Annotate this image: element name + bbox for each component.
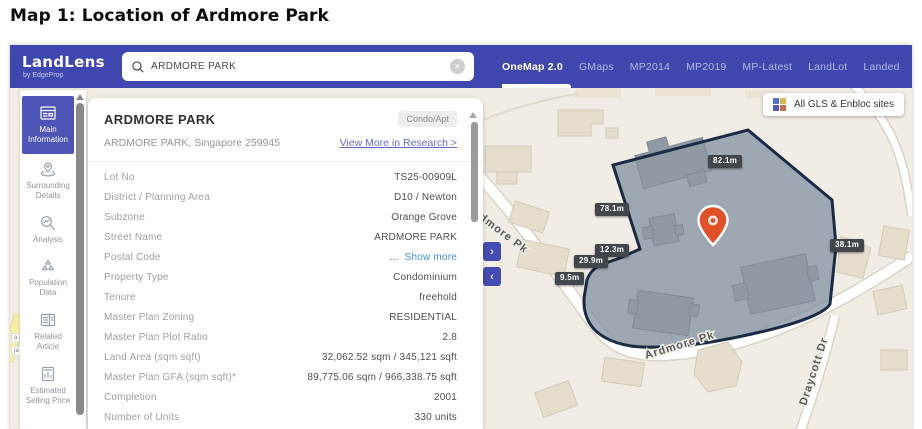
landlens-logo[interactable]: LandLens by EdgeProp [22,52,122,79]
logo-byline: by EdgeProp [23,71,64,79]
analysis-icon [41,215,55,230]
map-view[interactable]: Ardmore Pk Ardmore Pk Draycott Dr 82.1m … [483,88,912,429]
tab-mp-latest[interactable]: MP-Latest [742,45,792,88]
sidebar-item-related-article[interactable]: Related Article [22,305,74,359]
tab-onemap[interactable]: OneMap 2.0 [502,45,571,88]
map-label-fragment: a [11,333,21,343]
sidebar-item-label: Analysis [33,234,63,244]
distance-label: 38.1m [830,239,865,252]
content-area: a ja Ardmore Pk Ardmore Pk Draycott Dr 8… [10,88,912,429]
page-title: Map 1: Location of Ardmore Park [10,6,329,26]
map-layer-tabs: OneMap 2.0 GMaps MP2014 MP2019 MP-Latest… [502,45,912,88]
tab-mp2014[interactable]: MP2014 [630,45,670,88]
map-canvas[interactable]: Ardmore Pk Ardmore Pk Draycott Dr [483,88,912,429]
surrounding-details-icon [40,161,56,177]
info-row-tenure: Tenure freehold [104,291,457,303]
search-bar[interactable]: ✕ [122,52,474,81]
gls-sites-icon [772,98,786,111]
distance-label: 78.1m [595,203,630,216]
info-row-number-of-units: Number of Units 330 units [104,411,457,423]
gls-enbloc-sites-toggle[interactable]: All GLS & Enbloc sites [762,93,904,116]
distance-label: 9.5m [555,272,585,285]
landlens-app-window: LandLens by EdgeProp ✕ OneMap 2.0 GMaps … [10,45,912,429]
search-input[interactable] [151,61,444,72]
divider [88,161,483,162]
chevron-right-icon: › [490,245,494,258]
search-icon [132,60,144,73]
chevron-left-icon: ‹ [490,270,494,283]
info-row-master-plan-gfa: Master Plan GFA (sqm sqft)* 89,775.06 sq… [104,371,457,383]
info-row-postal-code: Postal Code ... Show more [104,251,457,263]
view-more-research-link[interactable]: View More in Research > [340,137,457,149]
sidebar-item-label: Surrounding Details [26,180,70,201]
info-row-property-type: Property Type Condominium [104,271,457,283]
info-row-land-area: Land Area (sqm sqft) 32,062.52 sqm / 345… [104,351,457,363]
info-row-subzone: Subzone Orange Grove [104,211,457,223]
info-row-district: District / Planning Area D10 / Newton [104,191,457,203]
distance-label: 29.9m [574,255,609,268]
logo-title: LandLens [22,52,105,71]
panel-scroll-up-icon[interactable] [469,112,477,118]
panel-scrollbar[interactable] [471,122,478,222]
show-more-link[interactable]: Show more [405,252,457,263]
info-row-lot-no: Lot No TS25-00909L [104,171,457,183]
sidebar-item-label: Main Information [27,125,69,145]
tab-mp2019[interactable]: MP2019 [686,45,726,88]
related-article-icon [40,313,56,326]
estimated-selling-price-icon [41,366,55,381]
property-title: ARDMORE PARK [104,111,216,127]
population-data-icon [42,259,54,271]
gls-sites-label: All GLS & Enbloc sites [793,99,894,110]
sidebar-item-main-information[interactable]: Main Information [22,96,74,154]
pan-next-button[interactable]: › [483,242,501,261]
tab-landed[interactable]: Landed [863,45,899,88]
postal-code-ellipsis: ... [389,251,399,263]
info-row-master-plan-zoning: Master Plan Zoning RESIDENTIAL [104,311,457,323]
main-information-icon [40,106,56,120]
property-details-panel: ARDMORE PARK Condo/Apt ARDMORE PARK, Sin… [88,98,483,429]
property-info-list: Lot No TS25-00909L District / Planning A… [88,165,483,427]
sidebar-item-label: Related Article [34,331,62,352]
app-header: LandLens by EdgeProp ✕ OneMap 2.0 GMaps … [10,45,912,88]
distance-label: 82.1m [708,155,743,168]
property-address: ARDMORE PARK, Singapore 259945 [104,137,281,149]
tab-landlot[interactable]: LandLot [808,45,847,88]
property-type-badge: Condo/Apt [398,111,457,127]
sidebar-item-surrounding-details[interactable]: Surrounding Details [22,154,74,208]
clear-search-icon[interactable]: ✕ [450,59,465,74]
sidebar-item-estimated-selling-price[interactable]: Estimated Selling Price [22,359,74,413]
info-row-completion: Completion 2001 [104,391,457,403]
sidebar-item-analysis[interactable]: Analysis [22,208,74,251]
pan-prev-button[interactable]: ‹ [483,267,501,286]
sidebar-scroll-up-icon[interactable] [76,94,84,100]
tab-gmaps[interactable]: GMaps [579,45,614,88]
sidebar-item-label: Estimated Selling Price [25,385,71,405]
sidebar-item-label: Population Data [29,277,67,298]
info-row-plot-ratio: Master Plan Plot Ratio 2.8 [104,331,457,343]
sidebar-item-population-data[interactable]: Population Data [22,251,74,305]
info-row-street-name: Street Name ARDMORE PARK [104,231,457,243]
sidebar: Main Information Surrounding Details Ana… [20,90,86,429]
sidebar-scrollbar[interactable] [76,103,84,415]
